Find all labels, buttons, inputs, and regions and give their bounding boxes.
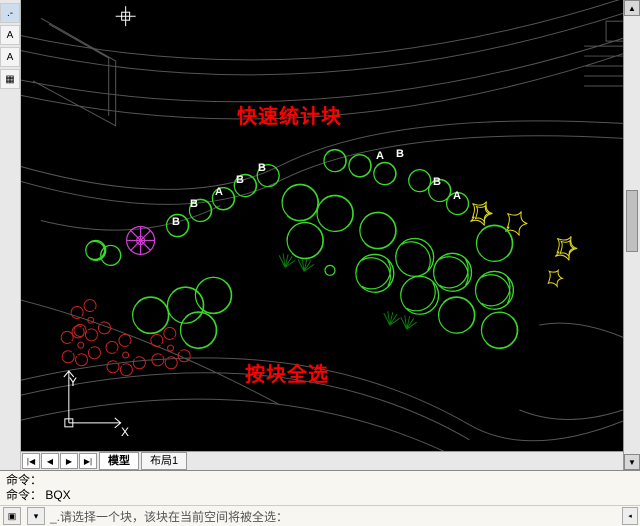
block-label: A: [453, 190, 461, 202]
workspace: .- A A ▦: [0, 0, 640, 470]
chevron-down-icon[interactable]: ▾: [27, 507, 45, 525]
block-label: B: [190, 198, 198, 210]
command-area: 命令： 命令： BQX ▣ ▾ _.请选择一个块，该块在当前空间将被全选： ◂: [0, 470, 640, 526]
command-history: 命令： 命令： BQX: [0, 471, 640, 506]
ucs-x-label: X: [121, 425, 129, 439]
block-label: B: [172, 216, 180, 228]
tab-nav-first[interactable]: |◀: [22, 453, 40, 469]
tab-layout1[interactable]: 布局1: [141, 452, 187, 470]
scroll-thumb[interactable]: [626, 190, 638, 252]
block-label: A: [376, 150, 384, 162]
scroll-up-arrow[interactable]: ▲: [624, 0, 640, 16]
tool-item[interactable]: A: [0, 47, 20, 67]
block-label: B: [236, 174, 244, 186]
tab-nav-next[interactable]: ▶: [60, 453, 78, 469]
command-history-line: 命令：: [6, 473, 634, 488]
tab-model[interactable]: 模型: [99, 452, 139, 470]
command-input-row: ▣ ▾ _.请选择一个块，该块在当前空间将被全选： ◂: [0, 506, 640, 526]
scroll-down-arrow[interactable]: ▼: [624, 454, 640, 470]
command-run-icon[interactable]: ▣: [3, 507, 21, 525]
drawing-canvas[interactable]: B B A B B A B B A 快速统计块 按块全选 X Y: [21, 0, 623, 451]
ucs-y-label: Y: [69, 375, 77, 389]
command-input[interactable]: _.请选择一个块，该块在当前空间将被全选：: [48, 508, 622, 525]
vertical-scrollbar[interactable]: ▲ ▼: [623, 0, 640, 470]
block-label: B: [258, 162, 266, 174]
tab-nav-prev[interactable]: ◀: [41, 453, 59, 469]
layout-tab-bar: |◀ ◀ ▶ ▶| 模型 布局1: [21, 451, 623, 470]
left-toolbar: .- A A ▦: [0, 0, 21, 470]
tool-item[interactable]: A: [0, 25, 20, 45]
tool-item[interactable]: ▦: [0, 69, 20, 89]
command-history-line: 命令： BQX: [6, 488, 634, 503]
block-label: B: [396, 148, 404, 160]
tab-nav-last[interactable]: ▶|: [79, 453, 97, 469]
command-dropdown-icon[interactable]: ◂: [622, 507, 638, 525]
annotation-action: 按块全选: [245, 358, 329, 387]
canvas-area: B B A B B A B B A 快速统计块 按块全选 X Y |◀ ◀: [21, 0, 623, 470]
block-label: A: [215, 186, 223, 198]
cad-app: .- A A ▦: [0, 0, 640, 526]
tool-item[interactable]: .-: [0, 3, 20, 23]
annotation-title: 快速统计块: [237, 100, 342, 129]
block-label: B: [433, 176, 441, 188]
